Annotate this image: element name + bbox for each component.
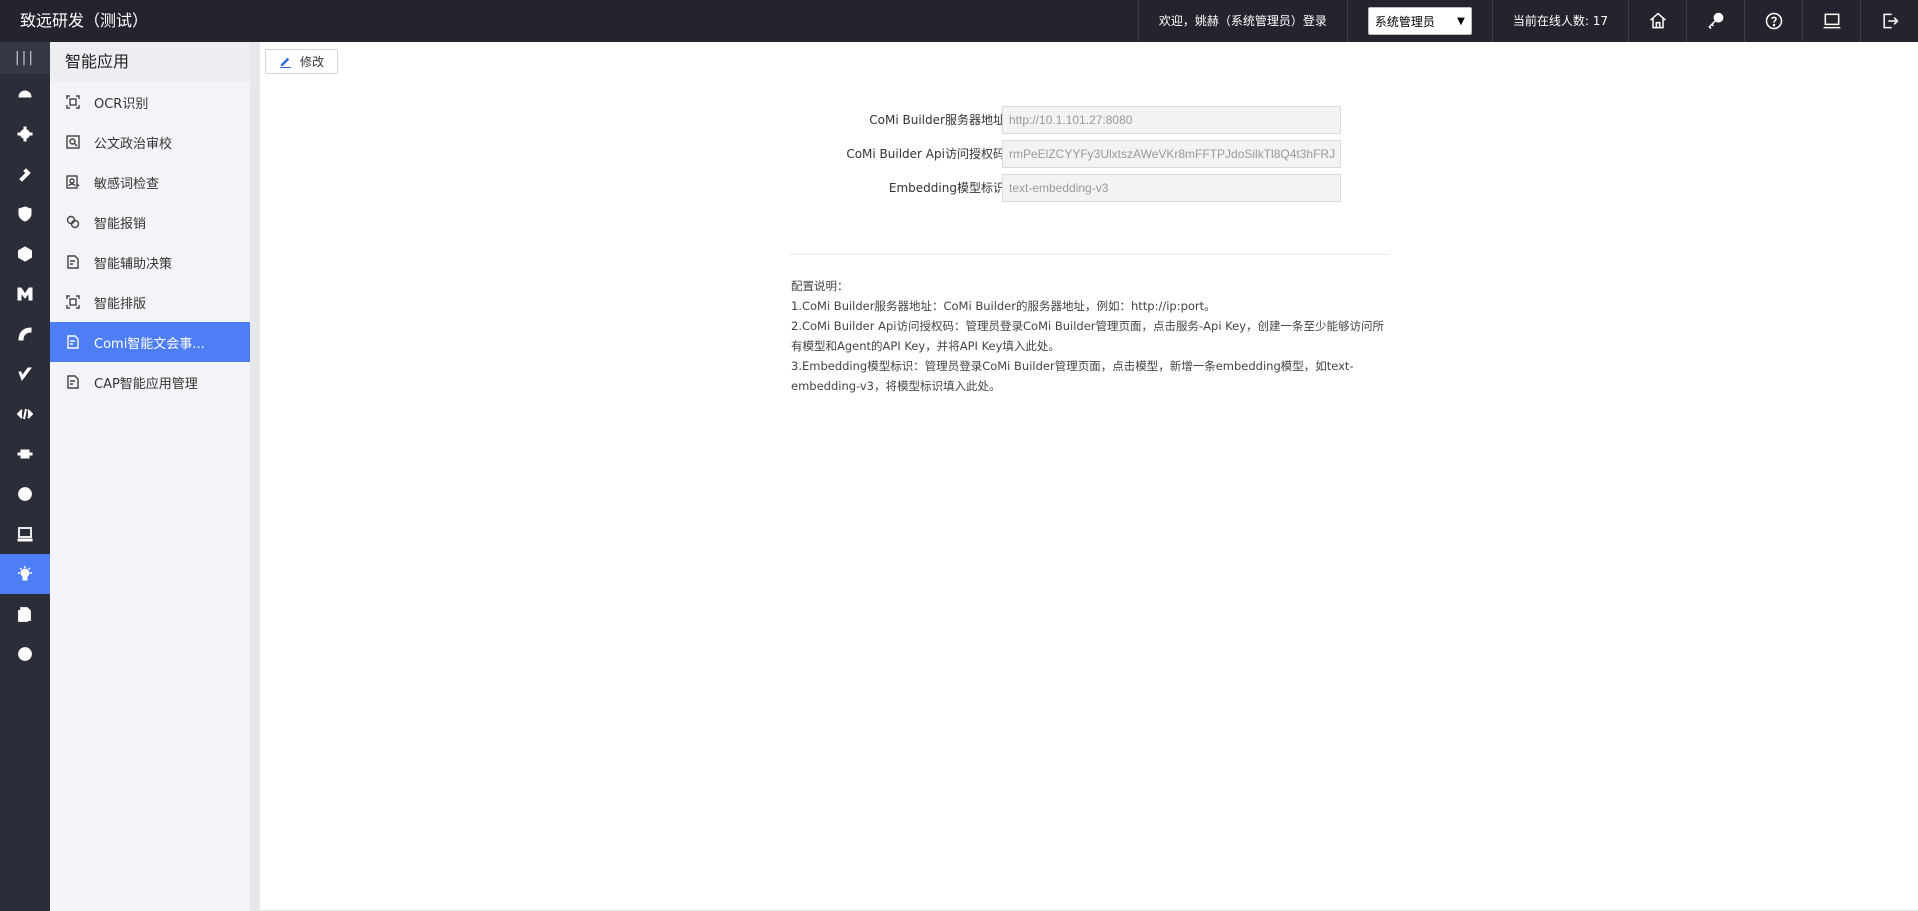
server-address-row: CoMi Builder服务器地址: http://10.1.101.27:80…: [260, 106, 1918, 134]
search-doc-icon: [65, 134, 81, 150]
sub-sidebar: 智能应用 OCR识别 公文政治审校 敏感词检查 智能报销 智能辅助决策 智能排版…: [50, 42, 250, 911]
home-icon: [1649, 12, 1666, 29]
sidebar-item-sensitive-words[interactable]: 敏感词检查: [50, 162, 250, 202]
rail-dashboard[interactable]: [0, 74, 50, 114]
sidebar-item-political-review[interactable]: 公文政治审校: [50, 122, 250, 162]
help-button[interactable]: [1745, 0, 1802, 42]
rail-modules[interactable]: [0, 234, 50, 274]
api-key-label: CoMi Builder Api访问授权码:: [846, 147, 1009, 161]
notes-title: 配置说明：: [791, 279, 849, 293]
sidebar-item-label: CAP智能应用管理: [94, 376, 198, 392]
api-key-field[interactable]: rmPeElZCYYFy3UlxtszAWeVKr8mFFTPJdoSilkTl…: [1002, 140, 1341, 168]
sidebar-splitter[interactable]: [250, 42, 260, 911]
sidebar-item-label: 智能辅助决策: [94, 256, 173, 272]
help-icon: [1765, 12, 1782, 30]
icon-rail: |||: [0, 42, 50, 911]
rail-contacts[interactable]: [0, 634, 50, 674]
rail-m[interactable]: [0, 274, 50, 314]
scan-icon: [65, 94, 81, 110]
key-icon: [1707, 12, 1723, 30]
edit-button[interactable]: 修改: [265, 49, 338, 74]
role-select[interactable]: 系统管理员 ▼: [1367, 7, 1472, 35]
rail-integration[interactable]: [0, 434, 50, 474]
code-icon: [17, 408, 33, 420]
chip-icon: [17, 449, 33, 459]
person-doc-icon: [65, 174, 81, 190]
sidebar-item-decision-support[interactable]: 智能辅助决策: [50, 242, 250, 282]
menu-toggle-button[interactable]: |||: [0, 42, 50, 74]
gear-icon: [17, 126, 33, 142]
bulb-icon: [18, 566, 32, 581]
embedding-model-field[interactable]: text-embedding-v3: [1002, 174, 1341, 202]
server-address-field[interactable]: http://10.1.101.27:8080: [1002, 106, 1341, 134]
role-cell: 系统管理员 ▼: [1348, 0, 1492, 42]
welcome-text: 欢迎，姚赫（系统管理员）登录: [1158, 14, 1327, 28]
server-address-label: CoMi Builder服务器地址:: [869, 113, 1009, 127]
embedding-model-label: Embedding模型标识:: [888, 181, 1009, 195]
sidebar-item-smart-layout[interactable]: 智能排版: [50, 282, 250, 322]
rail-terminal[interactable]: [0, 514, 50, 554]
sidebar-item-label: OCR识别: [94, 96, 149, 112]
sidebar-item-label: 智能排版: [94, 296, 147, 312]
home-button[interactable]: [1629, 0, 1686, 42]
rail-documents[interactable]: [0, 594, 50, 634]
coins-icon: [65, 214, 81, 230]
key-button[interactable]: [1687, 0, 1744, 42]
edit-button-label: 修改: [299, 55, 324, 69]
rail-smart-apps[interactable]: [0, 554, 50, 594]
sidebar-item-ocr[interactable]: OCR识别: [50, 82, 250, 122]
rail-security[interactable]: [0, 194, 50, 234]
shield-icon: [18, 206, 32, 222]
m-logo-icon: [17, 287, 33, 301]
scan-icon: [65, 294, 81, 310]
app-title: 致远研发（测试）: [20, 11, 149, 30]
puzzle-icon: [19, 168, 31, 182]
top-bar: 致远研发（测试） 欢迎，姚赫（系统管理员）登录 系统管理员 ▼ 当前在线人数: …: [0, 0, 1918, 42]
role-select-value: 系统管理员: [1374, 14, 1435, 29]
rail-analytics[interactable]: [0, 314, 50, 354]
notes-line-3: 3.Embedding模型标识：管理员登录CoMi Builder管理页面，点击…: [791, 359, 1354, 393]
cube-icon: [18, 487, 32, 501]
sidebar-item-label: 公文政治审校: [94, 136, 173, 152]
dashboard-icon: [18, 90, 32, 98]
sidebar-item-label: 智能报销: [94, 216, 147, 232]
section-divider: [790, 254, 1390, 255]
api-key-row: CoMi Builder Api访问授权码: rmPeElZCYYFy3Ulxt…: [260, 140, 1918, 168]
doc-check-icon: [65, 254, 81, 270]
rail-code[interactable]: [0, 394, 50, 434]
document-icon: [18, 607, 31, 622]
sidebar-item-smart-reimbursement[interactable]: 智能报销: [50, 202, 250, 242]
embedding-model-row: Embedding模型标识: text-embedding-v3: [260, 174, 1918, 202]
at-icon: [18, 647, 32, 661]
terminal-icon: [17, 527, 33, 542]
doc-check-icon: [65, 374, 81, 390]
rail-components[interactable]: [0, 474, 50, 514]
notes-line-1: 1.CoMi Builder服务器地址：CoMi Builder的服务器地址，例…: [791, 299, 1216, 313]
logout-button[interactable]: [1861, 0, 1918, 42]
logout-icon: [1882, 13, 1899, 29]
monitor-button[interactable]: [1803, 0, 1860, 42]
check-mark-icon: [18, 367, 32, 382]
sidebar-item-comi-meeting[interactable]: Comi智能文会事...: [50, 322, 250, 362]
config-notes: 配置说明： 1.CoMi Builder服务器地址：CoMi Builder的服…: [791, 276, 1391, 396]
main-content: 修改 CoMi Builder服务器地址: http://10.1.101.27…: [260, 42, 1918, 911]
online-count: 当前在线人数: 17: [1512, 14, 1608, 28]
doc-check-icon: [65, 334, 81, 350]
monitor-icon: [1823, 13, 1840, 29]
sidebar-item-label: 敏感词检查: [94, 176, 160, 192]
top-right-area: 欢迎，姚赫（系统管理员）登录 系统管理员 ▼ 当前在线人数: 17: [1137, 0, 1918, 42]
sub-sidebar-title: 智能应用: [50, 42, 250, 82]
sidebar-item-label: Comi智能文会事...: [94, 336, 205, 352]
sidebar-item-cap-management[interactable]: CAP智能应用管理: [50, 362, 250, 402]
rail-plugins[interactable]: [0, 154, 50, 194]
rail-approval[interactable]: [0, 354, 50, 394]
pencil-icon: [279, 57, 292, 68]
notes-line-2: 2.CoMi Builder Api访问授权码：管理员登录CoMi Builde…: [791, 319, 1385, 353]
hexagon-icon: [18, 246, 32, 262]
chart-icon: [18, 327, 32, 341]
chevron-down-icon: ▼: [1457, 15, 1465, 27]
menu-toggle-icon: |||: [14, 50, 36, 66]
rail-settings[interactable]: [0, 114, 50, 154]
